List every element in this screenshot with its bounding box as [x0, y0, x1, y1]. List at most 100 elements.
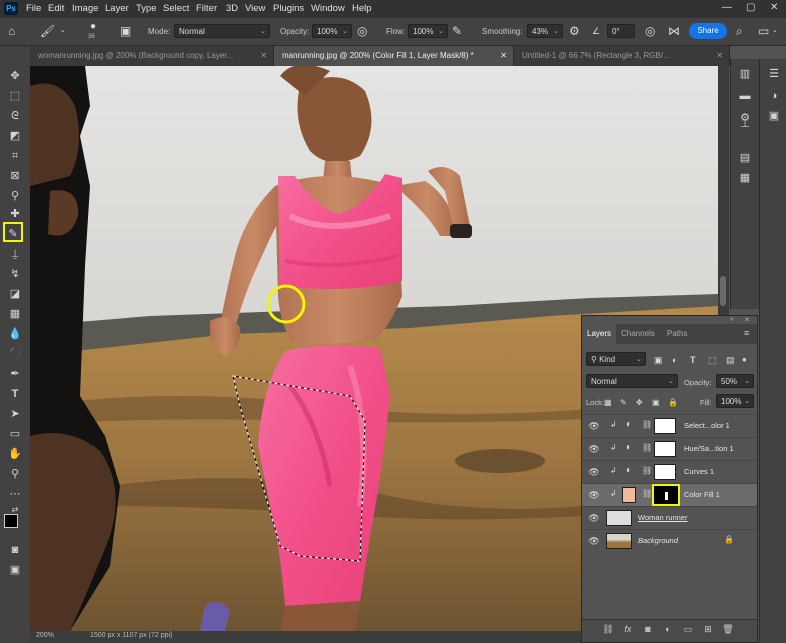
brush-preset-icon[interactable]: 🖌 — [40, 24, 55, 38]
link-layers-icon[interactable]: ⛓ — [602, 624, 614, 635]
menu-type[interactable]: Type — [136, 3, 157, 14]
layer-row[interactable]: 👁 ↲ ◐ ⛓ Hue/Sa...tion 1 — [582, 437, 757, 460]
angle-field[interactable]: 0° — [607, 24, 635, 38]
eraser-tool-icon[interactable]: ◪ — [7, 286, 23, 302]
panel-close-icon[interactable]: ✕ — [744, 316, 750, 324]
lock-transparent-icon[interactable]: ▦ — [604, 396, 612, 410]
new-adjustment-icon[interactable]: ◐ — [662, 624, 674, 634]
lock-position-icon[interactable]: ✥ — [636, 396, 643, 410]
filter-adjustment-icon[interactable]: ◐ — [672, 353, 677, 367]
brush-tool-icon[interactable]: ✎ — [3, 222, 23, 242]
layer-name[interactable]: Woman runner — [638, 513, 687, 522]
lock-all-icon[interactable]: 🔒 — [668, 396, 678, 410]
layer-name[interactable]: Background — [638, 536, 678, 545]
layer-name[interactable]: Select...olor 1 — [684, 421, 730, 430]
marquee-tool-icon[interactable]: ⬚ — [7, 88, 23, 104]
rectangle-tool-icon[interactable]: ▭ — [7, 426, 23, 442]
pressure-size-icon[interactable]: ◎ — [645, 24, 655, 38]
tab-womanrunning[interactable]: womanrunning.jpg @ 200% (Background copy… — [30, 46, 274, 66]
gradient-tool-icon[interactable]: ▦ — [7, 306, 23, 322]
layer-mask-thumbnail[interactable] — [654, 418, 676, 434]
workspace-icon[interactable]: ▭ — [758, 24, 769, 38]
share-button[interactable]: Share — [689, 23, 727, 39]
menu-select[interactable]: Select — [163, 3, 189, 14]
trash-icon[interactable]: 🗑 — [722, 624, 734, 635]
learn-icon[interactable]: ▥ — [738, 67, 752, 81]
tab-untitled[interactable]: Untitled-1 @ 66.7% (Rectangle 3, RGB/...… — [514, 46, 730, 66]
zoom-tool-icon[interactable]: ⚲ — [7, 466, 23, 482]
tab-manrunning[interactable]: manrunning.jpg @ 200% (Color Fill 1, Lay… — [274, 46, 514, 66]
tab-channels[interactable]: Channels — [616, 324, 660, 344]
lasso-tool-icon[interactable]: ᘓ — [7, 108, 23, 124]
menu-file[interactable]: File — [26, 3, 41, 14]
brush-settings-icon[interactable]: ▣ — [120, 24, 131, 38]
visibility-eye-icon[interactable]: 👁 — [588, 443, 600, 455]
layer-filter-dropdown[interactable]: ⚲ Kind ⌄ — [586, 352, 646, 366]
layer-opacity-field[interactable]: 50% ⌄ — [716, 374, 754, 388]
history-brush-tool-icon[interactable]: ↯ — [7, 266, 23, 282]
gear-icon[interactable]: ⚙ — [569, 24, 580, 38]
blur-tool-icon[interactable]: 💧 — [7, 326, 23, 342]
color-fill-swatch[interactable] — [622, 487, 636, 503]
maximize-icon[interactable]: ▢ — [746, 2, 755, 13]
layer-row[interactable]: 👁 Woman runner — [582, 506, 757, 529]
pressure-opacity-icon[interactable]: ◎ — [357, 24, 367, 38]
frame-tool-icon[interactable]: ⊠ — [7, 168, 23, 184]
scroll-thumb[interactable] — [720, 276, 726, 306]
layer-row[interactable]: 👁 ↲ ◐ ⛓ Curves 1 — [582, 460, 757, 483]
swatches-icon[interactable]: ▣ — [767, 109, 781, 123]
zoom-level[interactable]: 200% — [36, 632, 54, 639]
brush-tip-icon[interactable]: ● — [86, 20, 100, 34]
lock-pixels-icon[interactable]: ✎ — [620, 396, 627, 410]
menu-filter[interactable]: Filter — [196, 3, 217, 14]
sliders-icon[interactable]: ☰ — [767, 67, 781, 81]
color-icon[interactable]: ◑ — [767, 89, 781, 103]
type-tool-icon[interactable]: T — [7, 386, 23, 402]
object-select-tool-icon[interactable]: ◩ — [7, 128, 23, 144]
menu-view[interactable]: View — [245, 3, 265, 14]
visibility-eye-icon[interactable]: 👁 — [588, 535, 600, 547]
move-tool-icon[interactable]: ✥ — [7, 68, 23, 84]
crop-tool-icon[interactable]: ⌗ — [7, 148, 23, 164]
lock-artboard-icon[interactable]: ▣ — [652, 396, 660, 410]
tab-layers[interactable]: Layers — [582, 324, 617, 344]
clone-stamp-tool-icon[interactable]: ⍊ — [7, 246, 23, 262]
layer-mask-thumbnail[interactable] — [654, 464, 676, 480]
menu-plugins[interactable]: Plugins — [273, 3, 304, 14]
hand-tool-icon[interactable]: ✋ — [7, 446, 23, 462]
layer-mask-thumbnail[interactable] — [654, 441, 676, 457]
quick-mask-icon[interactable]: ◙ — [7, 542, 23, 558]
document-info[interactable]: 1500 px x 1107 px (72 ppi) — [90, 632, 172, 639]
more-tools-icon[interactable]: ⋯ — [7, 486, 23, 502]
menu-help[interactable]: Help — [352, 3, 372, 14]
opacity-field[interactable]: 100% ⌄ — [312, 24, 352, 38]
fill-field[interactable]: 100% ⌄ — [716, 394, 754, 408]
visibility-eye-icon[interactable]: 👁 — [588, 489, 600, 501]
visibility-eye-icon[interactable]: 👁 — [588, 466, 600, 478]
eyedropper-tool-icon[interactable]: ⚲ — [7, 188, 23, 204]
layer-row[interactable]: 👁 Background 🔒 — [582, 529, 757, 552]
new-group-icon[interactable]: ▭ — [682, 624, 694, 635]
airbrush-icon[interactable]: ✎ — [452, 24, 462, 38]
pen-tool-icon[interactable]: ✒ — [7, 366, 23, 382]
visibility-eye-icon[interactable]: 👁 — [588, 420, 600, 432]
workspace-chevron-icon[interactable]: ⌄ — [772, 24, 778, 38]
properties-icon[interactable]: ▤ — [738, 151, 752, 165]
healing-brush-tool-icon[interactable]: ✚ — [7, 206, 23, 222]
chevron-down-icon[interactable]: ⌄ — [60, 24, 66, 38]
mode-dropdown[interactable]: Normal ⌄ — [174, 24, 270, 38]
visibility-eye-icon[interactable]: 👁 — [588, 512, 600, 524]
filter-shape-icon[interactable]: ⬚ — [708, 353, 717, 367]
flow-field[interactable]: 100% ⌄ — [408, 24, 448, 38]
menu-image[interactable]: Image — [72, 3, 98, 14]
stamp-icon[interactable]: ⊥ — [738, 117, 752, 131]
symmetry-icon[interactable]: ⋈ — [668, 24, 680, 38]
layer-mask-thumbnail-highlighted[interactable] — [652, 484, 680, 506]
screen-mode-icon[interactable]: ▣ — [7, 562, 23, 578]
fx-icon[interactable]: fx — [622, 624, 634, 634]
path-select-tool-icon[interactable]: ➤ — [7, 406, 23, 422]
blend-mode-dropdown[interactable]: Normal ⌄ — [586, 374, 678, 388]
new-layer-icon[interactable]: ⊞ — [702, 624, 714, 635]
filter-pixel-icon[interactable]: ▣ — [654, 353, 663, 367]
layer-row-selected[interactable]: 👁 ↲ ⛓ Color Fill 1 — [582, 483, 757, 506]
